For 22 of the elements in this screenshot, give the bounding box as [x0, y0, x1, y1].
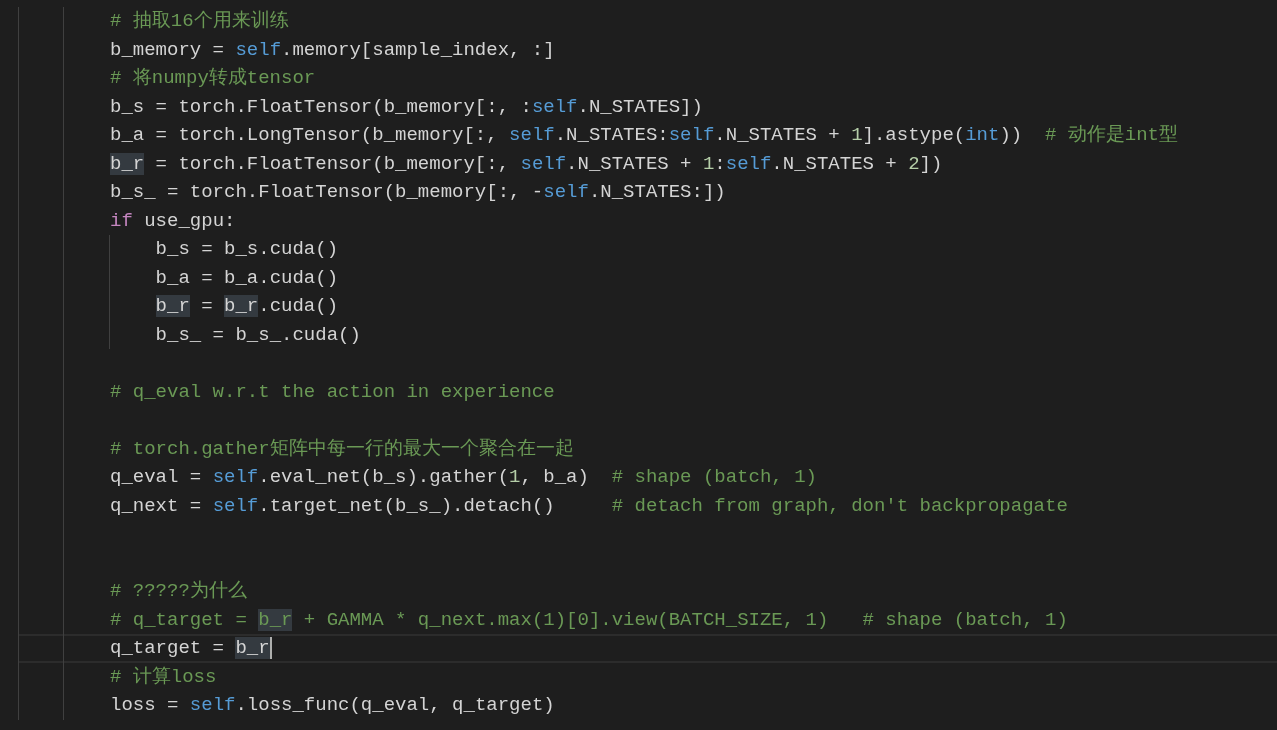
- code-line: if use_gpu:: [110, 208, 236, 233]
- code-line: b_r = torch.FloatTensor(b_memory[:, self.N_STATES + 1:self.N_STATES + 2]): [110, 151, 943, 176]
- code-line: q_target = b_r: [110, 636, 270, 661]
- code-line: loss = self.loss_func(q_eval, q_target): [110, 693, 555, 718]
- code-comment: # ?????为什么: [110, 579, 247, 604]
- text-cursor: [269, 637, 272, 660]
- code-comment: # 将numpy转成tensor: [110, 66, 316, 91]
- code-comment: # 计算loss: [110, 664, 217, 689]
- code-line: b_a = b_a.cuda(): [110, 263, 339, 292]
- code-line: b_memory = self.memory[sample_index, :]: [110, 37, 555, 62]
- code-line: q_next = self.target_net(b_s_).detach() # detach from graph, don't backpropagate: [110, 493, 1068, 518]
- code-line: b_s = torch.FloatTensor(b_memory[:, :self.N_STATES]): [110, 94, 703, 119]
- code-line: b_s_ = b_s_.cuda(): [110, 320, 361, 349]
- code-comment: # torch.gather矩阵中每一行的最大一个聚合在一起: [110, 436, 574, 461]
- code-line: b_r = b_r.cuda(): [110, 292, 339, 321]
- code-line: b_s_ = torch.FloatTensor(b_memory[:, -self.N_STATES:]): [110, 180, 726, 205]
- code-line: q_eval = self.eval_net(b_s).gather(1, b_a) # shape (batch, 1): [110, 465, 817, 490]
- code-line: # q_target = b_r + GAMMA * q_next.max(1)[0].view(BATCH_SIZE, 1) # shape (batch, 1): [110, 607, 1068, 632]
- code-line: b_a = torch.LongTensor(b_memory[:, self.N_STATES:self.N_STATES + 1].astype(int)) # 动作是int型: [110, 123, 1179, 148]
- code-comment: # 抽取16个用来训练: [110, 9, 289, 34]
- code-line: b_s = b_s.cuda(): [110, 235, 339, 264]
- code-comment: # q_eval w.r.t the action in experience: [110, 379, 555, 404]
